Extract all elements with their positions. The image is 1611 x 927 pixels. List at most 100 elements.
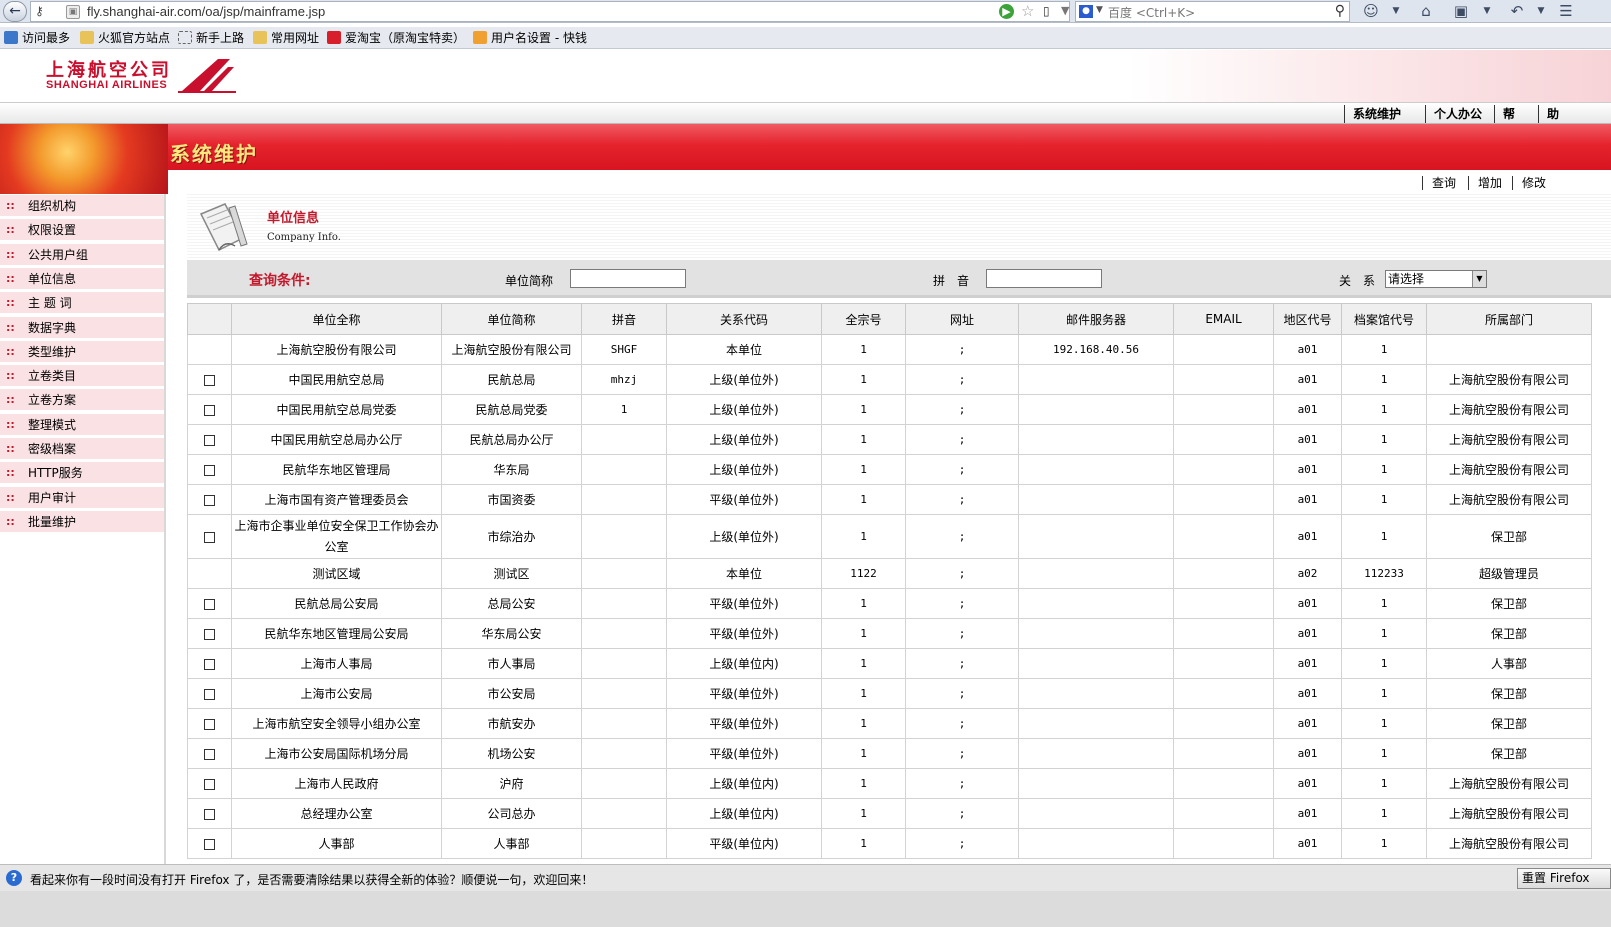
cell-url: ; <box>905 648 1019 679</box>
table-row[interactable]: 民航华东地区管理局 华东局 上级(单位外) 1; a01 1 上海航空股份有限公司 <box>187 454 1592 485</box>
row-checkbox[interactable] <box>204 688 215 700</box>
back-button[interactable]: ← <box>3 1 27 22</box>
address-bar[interactable]: ⚷ ▣ fly.shanghai-air.com/oa/jsp/mainfram… <box>30 1 1090 22</box>
cell-relation: 平级(单位外) <box>666 618 822 649</box>
sidebar-item[interactable]: :: 组织机构 <box>0 195 164 217</box>
column-header[interactable]: 邮件服务器 <box>1018 303 1174 335</box>
sidebar-item[interactable]: :: 用户审计 <box>0 486 164 509</box>
menu-icon[interactable]: ☰ <box>1555 1 1577 21</box>
sidebar-item[interactable]: :: 主 题 词 <box>0 292 164 315</box>
table-row[interactable]: 上海市公安局 市公安局 平级(单位外) 1; a01 1 保卫部 <box>187 678 1592 709</box>
table-row[interactable]: 上海航空股份有限公司 上海航空股份有限公司 SHGF 本单位 1; 192.168.40.… <box>187 334 1592 365</box>
sidebar-item[interactable]: :: 公共用户组 <box>0 243 164 266</box>
query-button[interactable]: 查询 <box>1422 176 1456 190</box>
url-text[interactable]: fly.shanghai-air.com/oa/jsp/mainframe.js… <box>87 4 325 19</box>
edit-button[interactable]: 修改 <box>1512 176 1546 190</box>
table-row[interactable]: 中国民用航空总局党委 民航总局党委 1 上级(单位外) 1; a01 1 上海航空股份有限公司 <box>187 394 1592 425</box>
column-header[interactable]: 拼音 <box>581 303 667 335</box>
bookmark-aitaobao[interactable]: 爱淘宝（原淘宝特卖） <box>327 30 465 46</box>
row-checkbox[interactable] <box>204 628 215 640</box>
cell-name: 上海市公安局 <box>231 678 442 709</box>
row-checkbox[interactable] <box>204 658 215 670</box>
row-checkbox[interactable] <box>204 778 215 790</box>
table-row[interactable]: 上海市人事局 市人事局 上级(单位内) 1; a01 1 人事部 <box>187 648 1592 679</box>
bookmark-common-sites[interactable]: 常用网址 <box>253 30 319 46</box>
table-row[interactable]: 上海市国有资产管理委员会 市国资委 平级(单位外) 1; a01 1 上海航空股份有限公司 <box>187 484 1592 515</box>
mobile-icon[interactable]: ▯ <box>1043 4 1050 18</box>
table-row[interactable]: 民航总局公安局 总局公安 平级(单位外) 1; a01 1 保卫部 <box>187 588 1592 619</box>
row-checkbox[interactable] <box>204 718 215 730</box>
column-header[interactable]: 单位全称 <box>231 303 442 335</box>
abbr-input[interactable] <box>570 269 686 288</box>
pinyin-input[interactable] <box>986 269 1102 288</box>
table-row[interactable]: 上海市公安局国际机场分局 机场公安 平级(单位外) 1; a01 1 保卫部 <box>187 738 1592 769</box>
chevron-down-icon[interactable]: ▼ <box>1472 271 1486 287</box>
baidu-icon[interactable]: ● <box>1079 5 1093 18</box>
row-checkbox[interactable] <box>204 598 215 610</box>
row-checkbox[interactable] <box>204 464 215 476</box>
search-box[interactable]: ● ▼ 百度 <Ctrl+K> ⚲ <box>1075 1 1350 22</box>
cell-area: a01 <box>1273 738 1342 769</box>
sidebar-item[interactable]: :: 批量维护 <box>0 510 164 533</box>
menu-help-2[interactable]: 助 <box>1538 105 1559 123</box>
column-header[interactable]: EMAIL <box>1173 303 1274 335</box>
gamepad-icon[interactable]: ▣ <box>1450 1 1472 21</box>
search-icon[interactable]: ⚲ <box>1335 3 1345 19</box>
sidebar-item[interactable]: :: 立卷类目 <box>0 365 164 388</box>
row-checkbox[interactable] <box>204 404 215 416</box>
bookmark-kuaiqian[interactable]: 用户名设置 - 快钱 <box>473 30 587 46</box>
table-row[interactable]: 中国民用航空总局办公厅 民航总局办公厅 上级(单位外) 1; a01 1 上海航空股份有限公… <box>187 424 1592 455</box>
cell-url: ; <box>905 514 1019 559</box>
table-row[interactable]: 民航华东地区管理局公安局 华东局公安 平级(单位外) 1; a01 1 保卫部 <box>187 618 1592 649</box>
bookmark-firefox-site[interactable]: 火狐官方站点 <box>80 30 170 46</box>
column-header[interactable]: 单位简称 <box>441 303 582 335</box>
row-checkbox[interactable] <box>204 374 215 386</box>
history-dropdown-icon[interactable]: ▼ <box>1061 4 1069 17</box>
column-header[interactable]: 网址 <box>905 303 1019 335</box>
row-checkbox[interactable] <box>204 748 215 760</box>
sidebar-item[interactable]: :: HTTP服务 <box>0 462 164 485</box>
table-row[interactable]: 测试区域 测试区 本单位 1122; a02 112233 超级管理员 <box>187 558 1592 589</box>
sidebar-item[interactable]: :: 类型维护 <box>0 340 164 363</box>
relation-select[interactable]: 请选择 ▼ <box>1385 270 1487 288</box>
table-row[interactable]: 中国民用航空总局 民航总局 mhzj 上级(单位外) 1; a01 1 上海航空股份有限公司 <box>187 364 1592 395</box>
add-button[interactable]: 增加 <box>1468 176 1502 190</box>
search-placeholder[interactable]: 百度 <Ctrl+K> <box>1108 4 1195 21</box>
go-icon[interactable]: ▶ <box>999 4 1014 19</box>
bookmark-getting-started[interactable]: 新手上路 <box>178 30 244 46</box>
smiley-icon[interactable]: ☺ <box>1360 1 1382 21</box>
dropdown-icon[interactable]: ▼ <box>1385 1 1407 21</box>
sidebar-item[interactable]: :: 权限设置 <box>0 219 164 242</box>
menu-help[interactable]: 帮 <box>1494 105 1515 123</box>
undo-icon[interactable]: ↶ <box>1506 1 1528 21</box>
sidebar-item[interactable]: :: 单位信息 <box>0 267 164 290</box>
table-row[interactable]: 上海市人民政府 沪府 上级(单位内) 1; a01 1 上海航空股份有限公司 <box>187 768 1592 799</box>
dropdown-icon[interactable]: ▼ <box>1530 1 1552 21</box>
row-checkbox[interactable] <box>204 838 215 850</box>
bookmark-most-visited[interactable]: 访问最多 <box>4 30 70 46</box>
menu-personal-office[interactable]: 个人办公 <box>1425 105 1482 123</box>
home-icon[interactable]: ⌂ <box>1415 1 1437 21</box>
table-row[interactable]: 上海市航空安全领导小组办公室 市航安办 平级(单位外) 1; a01 1 保卫部 <box>187 708 1592 739</box>
sidebar-item[interactable]: :: 数据字典 <box>0 316 164 339</box>
sidebar-item[interactable]: :: 整理模式 <box>0 413 164 436</box>
row-checkbox[interactable] <box>204 531 215 543</box>
table-row[interactable]: 上海市企事业单位安全保卫工作协会办公室 市综治办 上级(单位外) 1; a01 1 保卫部 <box>187 514 1592 559</box>
reset-firefox-button[interactable]: 重置 Firefox <box>1517 868 1611 889</box>
sidebar-item[interactable]: :: 密级档案 <box>0 438 164 460</box>
row-checkbox[interactable] <box>204 494 215 506</box>
column-header[interactable]: 全宗号 <box>821 303 906 335</box>
column-header[interactable]: 档案馆代号 <box>1341 303 1427 335</box>
column-header[interactable]: 地区代号 <box>1273 303 1342 335</box>
column-header[interactable]: 关系代码 <box>666 303 822 335</box>
dropdown-icon[interactable]: ▼ <box>1476 1 1498 21</box>
column-header[interactable]: 所属部门 <box>1426 303 1592 335</box>
row-checkbox[interactable] <box>204 808 215 820</box>
table-row[interactable]: 总经理办公室 公司总办 上级(单位内) 1; a01 1 上海航空股份有限公司 <box>187 798 1592 829</box>
sidebar-item[interactable]: :: 立卷方案 <box>0 389 164 412</box>
table-row[interactable]: 人事部 人事部 平级(单位内) 1; a01 1 上海航空股份有限公司 <box>187 828 1592 859</box>
engine-dropdown-icon[interactable]: ▼ <box>1096 5 1103 15</box>
bookmark-star-icon[interactable]: ☆ <box>1021 2 1034 20</box>
row-checkbox[interactable] <box>204 434 215 446</box>
menu-system-maintenance[interactable]: 系统维护 <box>1344 105 1401 123</box>
